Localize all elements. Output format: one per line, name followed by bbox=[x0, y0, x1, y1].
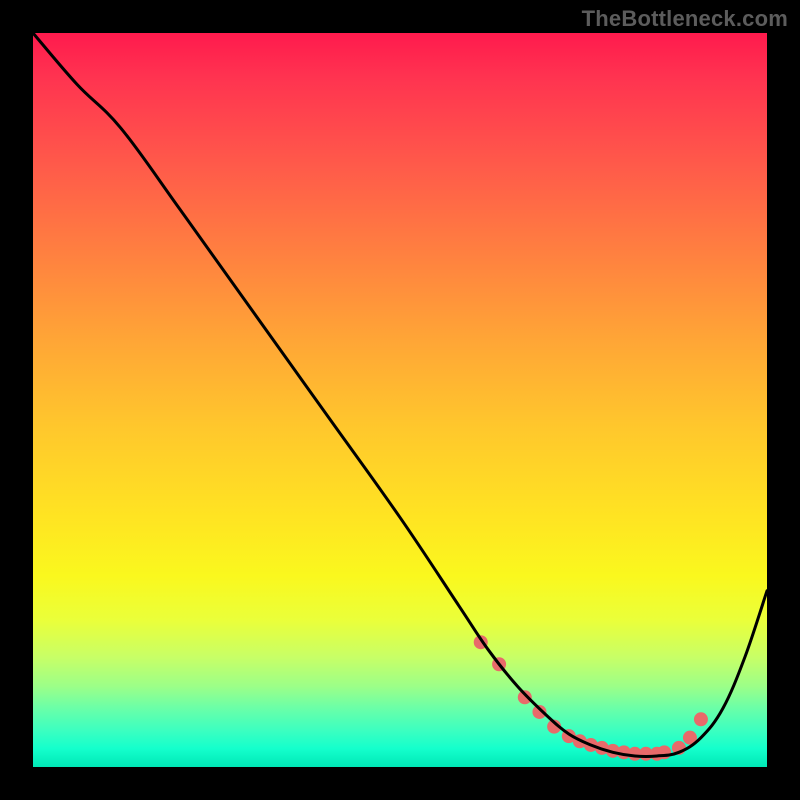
bottleneck-curve bbox=[33, 33, 767, 756]
dots-group bbox=[474, 635, 708, 761]
data-point bbox=[694, 712, 708, 726]
plot-area bbox=[33, 33, 767, 767]
curve-layer bbox=[33, 33, 767, 767]
chart-stage: TheBottleneck.com bbox=[0, 0, 800, 800]
watermark-text: TheBottleneck.com bbox=[582, 6, 788, 32]
